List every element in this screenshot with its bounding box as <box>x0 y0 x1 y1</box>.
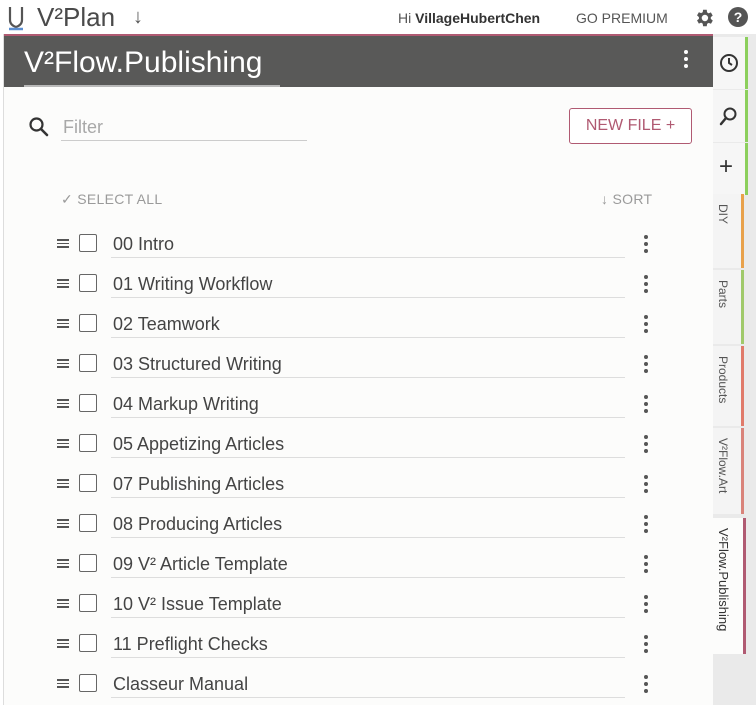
file-name[interactable]: 00 Intro <box>111 229 625 258</box>
file-row[interactable]: 00 Intro <box>4 225 714 265</box>
user-greeting: Hi VillageHubertChen <box>398 10 540 26</box>
file-name[interactable]: 02 Teamwork <box>111 309 625 338</box>
project-tab-products[interactable]: Products <box>713 346 744 426</box>
project-menu-icon[interactable] <box>682 50 690 74</box>
top-bar: V²Plan ↓ Hi VillageHubertChen GO PREMIUM… <box>0 0 756 34</box>
gear-icon[interactable] <box>693 7 715 34</box>
file-row[interactable]: 10 V² Issue Template <box>4 585 714 625</box>
add-project-tab[interactable]: + <box>713 143 748 195</box>
drag-handle-icon[interactable] <box>57 239 69 248</box>
file-name[interactable]: 11 Preflight Checks <box>111 629 625 658</box>
file-checkbox[interactable] <box>79 314 97 332</box>
file-name[interactable]: 05 Appetizing Articles <box>111 429 625 458</box>
file-checkbox[interactable] <box>79 434 97 452</box>
project-tab-label: Parts <box>716 280 730 309</box>
file-row[interactable]: 09 V² Article Template <box>4 545 714 585</box>
file-name[interactable]: 07 Publishing Articles <box>111 469 625 498</box>
app-brand[interactable]: V²Plan <box>37 2 115 32</box>
file-checkbox[interactable] <box>79 354 97 372</box>
file-checkbox[interactable] <box>79 474 97 492</box>
greeting-prefix: Hi <box>398 10 416 26</box>
file-name[interactable]: 01 Writing Workflow <box>111 269 625 298</box>
file-menu-icon[interactable] <box>642 555 650 575</box>
file-name[interactable]: 04 Markup Writing <box>111 389 625 418</box>
project-tab-label: V²Flow.Art <box>716 438 730 494</box>
project-tab-label: DIY <box>716 204 730 225</box>
user-name[interactable]: VillageHubertChen <box>415 10 540 26</box>
project-tab-label: V²Flow.Publishing <box>716 528 731 632</box>
file-row[interactable]: 01 Writing Workflow <box>4 265 714 305</box>
file-row[interactable]: 02 Teamwork <box>4 305 714 345</box>
project-tab-label: Products <box>716 356 730 404</box>
file-row[interactable]: Classeur Manual <box>4 665 714 705</box>
select-all-button[interactable]: ✓ SELECT ALL <box>61 191 162 208</box>
sort-button[interactable]: ↓ SORT <box>601 191 652 207</box>
file-row[interactable]: 04 Markup Writing <box>4 385 714 425</box>
file-menu-icon[interactable] <box>642 275 650 295</box>
file-row[interactable]: 11 Preflight Checks <box>4 625 714 665</box>
file-checkbox[interactable] <box>79 674 97 692</box>
right-tab-strip: + DIY Parts Products V²Flow.Art V²Flow.P… <box>713 34 756 705</box>
clock-icon <box>720 54 738 72</box>
file-name[interactable]: Classeur Manual <box>111 669 625 698</box>
file-list: 00 Intro 01 Writing Workflow 02 Teamwork 03… <box>4 225 714 705</box>
file-checkbox[interactable] <box>79 514 97 532</box>
file-menu-icon[interactable] <box>642 315 650 335</box>
file-menu-icon[interactable] <box>642 475 650 495</box>
drag-handle-icon[interactable] <box>57 279 69 288</box>
file-menu-icon[interactable] <box>642 235 650 255</box>
file-menu-icon[interactable] <box>642 395 650 415</box>
drag-handle-icon[interactable] <box>57 439 69 448</box>
file-row[interactable]: 07 Publishing Articles <box>4 465 714 505</box>
search-icon <box>719 107 737 126</box>
project-title[interactable]: V²Flow.Publishing <box>24 46 262 80</box>
drag-handle-icon[interactable] <box>57 479 69 488</box>
recent-tab[interactable] <box>713 37 748 89</box>
file-row[interactable]: 05 Appetizing Articles <box>4 425 714 465</box>
file-menu-icon[interactable] <box>642 675 650 695</box>
file-name[interactable]: 08 Producing Articles <box>111 509 625 538</box>
drag-handle-icon[interactable] <box>57 639 69 648</box>
file-menu-icon[interactable] <box>642 435 650 455</box>
project-tab-v2flow-art[interactable]: V²Flow.Art <box>713 428 744 514</box>
new-file-button[interactable]: NEW FILE + <box>569 108 692 144</box>
file-row[interactable]: 08 Producing Articles <box>4 505 714 545</box>
panel-header: V²Flow.Publishing <box>4 34 714 87</box>
file-menu-icon[interactable] <box>642 515 650 535</box>
pen-nib-logo-icon[interactable] <box>7 5 25 36</box>
go-premium-link[interactable]: GO PREMIUM <box>576 10 668 26</box>
drag-handle-icon[interactable] <box>57 399 69 408</box>
search-tab[interactable] <box>713 90 748 142</box>
project-tab-parts[interactable]: Parts <box>713 270 744 344</box>
svg-text:?: ? <box>734 9 743 25</box>
drag-handle-icon[interactable] <box>57 599 69 608</box>
drag-handle-icon[interactable] <box>57 679 69 688</box>
help-icon[interactable]: ? <box>727 6 749 33</box>
file-name[interactable]: 10 V² Issue Template <box>111 589 625 618</box>
project-panel: V²Flow.Publishing NEW FILE + ✓ SELECT AL… <box>3 34 714 705</box>
file-checkbox[interactable] <box>79 634 97 652</box>
file-checkbox[interactable] <box>79 234 97 252</box>
filter-input[interactable] <box>61 114 307 141</box>
drag-handle-icon[interactable] <box>57 359 69 368</box>
file-menu-icon[interactable] <box>642 355 650 375</box>
file-name[interactable]: 03 Structured Writing <box>111 349 625 378</box>
search-icon <box>28 116 50 143</box>
file-checkbox[interactable] <box>79 394 97 412</box>
file-checkbox[interactable] <box>79 594 97 612</box>
project-tab-diy[interactable]: DIY <box>713 194 744 268</box>
file-menu-icon[interactable] <box>642 635 650 655</box>
project-tab-v2flow-publishing[interactable]: V²Flow.Publishing <box>713 518 746 654</box>
brand-dropdown-arrow-icon[interactable]: ↓ <box>133 6 143 28</box>
file-checkbox[interactable] <box>79 554 97 572</box>
title-underline <box>24 85 280 87</box>
plus-icon: + <box>719 153 734 180</box>
drag-handle-icon[interactable] <box>57 559 69 568</box>
file-name[interactable]: 09 V² Article Template <box>111 549 625 578</box>
drag-handle-icon[interactable] <box>57 319 69 328</box>
file-checkbox[interactable] <box>79 274 97 292</box>
file-menu-icon[interactable] <box>642 595 650 615</box>
file-row[interactable]: 03 Structured Writing <box>4 345 714 385</box>
drag-handle-icon[interactable] <box>57 519 69 528</box>
